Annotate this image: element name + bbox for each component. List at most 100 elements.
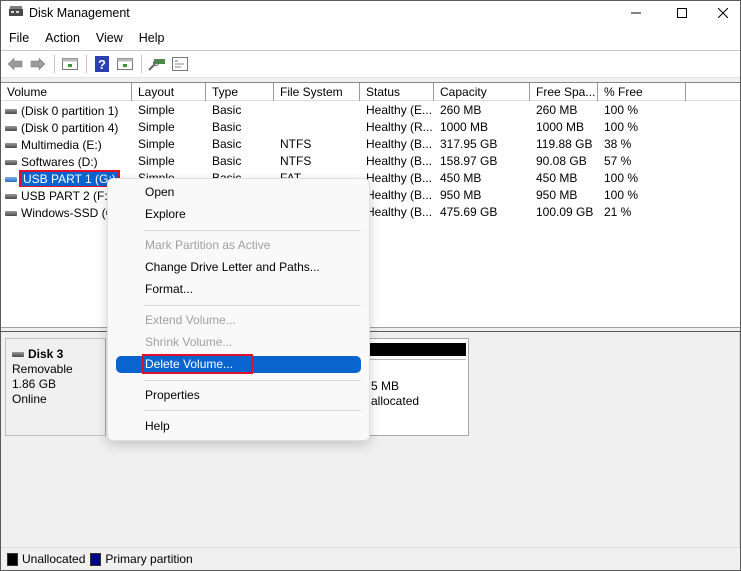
status-cell: Healthy (B... — [366, 154, 433, 168]
drive-icon — [5, 142, 17, 148]
table-row[interactable]: (Disk 0 partition 4) Simple Basic Health… — [1, 119, 740, 136]
table-row[interactable]: Multimedia (E:) Simple Basic NTFS Health… — [1, 136, 740, 153]
column-header-free-space[interactable]: Free Spa... — [530, 83, 598, 101]
unallocated-swatch — [7, 552, 18, 566]
column-header-status[interactable]: Status — [360, 83, 434, 101]
show-pane-button[interactable] — [114, 54, 136, 74]
percent-free-cell: 100 % — [604, 103, 639, 117]
context-menu: Open Explore Mark Partition as Active Ch… — [107, 178, 370, 441]
window-title: Disk Management — [29, 6, 130, 20]
title-bar: Disk Management — [1, 1, 740, 25]
menu-separator — [144, 410, 361, 411]
file-system-cell — [274, 102, 360, 119]
free-space-cell: 119.88 GB — [536, 137, 593, 151]
menu-item-properties[interactable]: Properties — [116, 387, 361, 404]
back-arrow-icon — [7, 57, 23, 71]
capacity-cell: 260 MB — [440, 103, 482, 117]
menu-item-shrink-volume: Shrink Volume... — [145, 335, 233, 349]
show-hide-console-tree-button[interactable] — [59, 54, 81, 74]
drive-icon — [5, 210, 17, 216]
free-space-cell: 950 MB — [536, 188, 578, 202]
svg-text:?: ? — [98, 57, 106, 72]
menu-item-change-drive-letter[interactable]: Change Drive Letter and Paths... — [116, 259, 361, 276]
help-icon: ? — [95, 56, 109, 72]
settings-list-icon — [172, 57, 188, 71]
capacity-cell: 158.97 GB — [440, 154, 498, 168]
menu-item-open[interactable]: Open — [116, 184, 361, 201]
layout-cell: Simple — [138, 154, 175, 168]
disk-kind: Removable — [12, 362, 73, 376]
capacity-cell: 475.69 GB — [440, 205, 498, 219]
drive-icon — [5, 176, 17, 182]
menu-separator — [1, 50, 740, 51]
drive-icon — [5, 108, 17, 114]
legend-bar: Unallocated Primary partition — [1, 547, 740, 570]
disk-info-panel[interactable]: Disk 3 Removable 1.86 GB Online — [5, 338, 106, 436]
menu-view[interactable]: View — [88, 29, 131, 49]
connect-button[interactable] — [146, 54, 168, 74]
minimize-button[interactable] — [613, 1, 659, 25]
column-header-capacity[interactable]: Capacity — [434, 83, 530, 101]
column-header-type[interactable]: Type — [206, 83, 274, 101]
menu-item-help[interactable]: Help — [116, 418, 361, 435]
volume-name: Softwares (D:) — [21, 155, 98, 169]
toolbar: ? — [1, 52, 740, 76]
column-header-extra[interactable] — [686, 83, 740, 101]
menu-item-delete-volume[interactable]: Delete Volume... — [116, 354, 361, 374]
settings-list-button[interactable] — [169, 54, 191, 74]
status-cell: Healthy (R... — [366, 120, 433, 134]
column-header-percent-free[interactable]: % Free — [598, 83, 686, 101]
menu-item-format[interactable]: Format... — [116, 281, 361, 298]
type-cell: Basic — [212, 120, 242, 134]
table-row[interactable]: Softwares (D:) Simple Basic NTFS Healthy… — [1, 153, 740, 170]
help-button[interactable]: ? — [91, 54, 113, 74]
percent-free-cell: 100 % — [604, 120, 639, 134]
volume-name: (Disk 0 partition 1) — [21, 104, 119, 118]
status-cell: Healthy (B... — [366, 137, 433, 151]
status-cell: Healthy (B... — [366, 205, 433, 219]
table-row[interactable]: (Disk 0 partition 1) Simple Basic Health… — [1, 102, 740, 119]
minimize-icon — [631, 12, 641, 14]
menu-separator — [144, 230, 361, 231]
forward-arrow-icon — [30, 57, 46, 71]
disk-management-window: Disk Management File Action View Help ? … — [0, 0, 741, 571]
free-space-cell: 260 MB — [536, 103, 578, 117]
disk-size: 1.86 GB — [12, 377, 57, 391]
list-header: Volume Layout Type File System Status Ca… — [1, 83, 740, 101]
capacity-cell: 950 MB — [440, 188, 482, 202]
type-cell: Basic — [212, 154, 242, 168]
close-button[interactable] — [705, 1, 741, 25]
percent-free-cell: 38 % — [604, 137, 632, 151]
status-cell: Healthy (B... — [366, 188, 433, 202]
forward-button[interactable] — [27, 54, 49, 74]
disk-state: Online — [12, 392, 47, 406]
file-system-cell — [274, 119, 360, 136]
column-header-layout[interactable]: Layout — [132, 83, 206, 101]
volume-name: Multimedia (E:) — [21, 138, 102, 152]
disk-management-icon — [9, 6, 23, 18]
menu-file[interactable]: File — [1, 29, 37, 49]
capacity-cell: 1000 MB — [440, 120, 489, 134]
layout-cell: Simple — [138, 120, 175, 134]
maximize-button[interactable] — [659, 1, 705, 25]
menu-separator — [144, 380, 361, 381]
legend-primary-partition: Primary partition — [105, 552, 193, 566]
free-space-cell: 450 MB — [536, 171, 578, 185]
free-space-cell: 1000 MB — [536, 120, 585, 134]
status-cell: Healthy (E... — [366, 103, 433, 117]
type-cell: Basic — [212, 137, 242, 151]
menu-help[interactable]: Help — [131, 29, 173, 49]
column-header-file-system[interactable]: File System — [274, 83, 360, 101]
toolbar-separator — [54, 55, 55, 73]
volume-name: Windows-SSD (C — [21, 206, 115, 220]
percent-free-cell: 100 % — [604, 171, 639, 185]
maximize-icon — [677, 8, 687, 18]
back-button[interactable] — [4, 54, 26, 74]
percent-free-cell: 57 % — [604, 154, 632, 168]
volume-name: (Disk 0 partition 4) — [21, 121, 119, 135]
column-header-volume[interactable]: Volume — [1, 83, 132, 101]
menu-action[interactable]: Action — [37, 29, 88, 49]
capacity-cell: 450 MB — [440, 171, 482, 185]
layout-cell: Simple — [138, 137, 175, 151]
menu-item-explore[interactable]: Explore — [116, 206, 361, 223]
